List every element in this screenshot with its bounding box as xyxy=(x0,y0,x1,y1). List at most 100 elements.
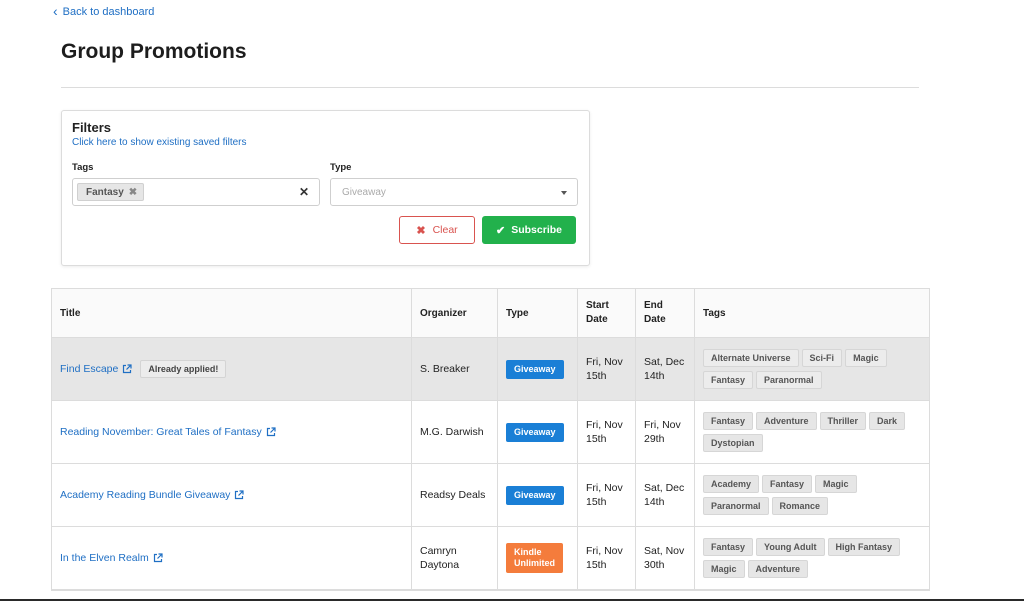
tags-cell: Fantasy Young Adult High Fantasy Magic A… xyxy=(695,527,931,589)
date-text: Fri, Nov xyxy=(586,356,623,368)
title-cell: In the Elven Realm xyxy=(52,527,412,589)
close-icon: ✖ xyxy=(416,224,426,237)
column-header-organizer[interactable]: Organizer xyxy=(412,289,498,337)
back-to-dashboard-link[interactable]: ‹ Back to dashboard xyxy=(53,3,155,19)
promotion-title: In the Elven Realm xyxy=(60,552,149,564)
promotion-title: Find Escape xyxy=(60,363,119,375)
tag-pill: Thriller xyxy=(819,412,867,430)
column-header-title[interactable]: Title xyxy=(52,289,412,337)
header-text: Start xyxy=(586,300,609,311)
column-header-start-date[interactable]: Start Date xyxy=(578,289,636,337)
tag-pill: Fantasy xyxy=(703,412,754,430)
start-date-cell: Fri, Nov 15th xyxy=(578,401,636,463)
organizer-text: Daytona xyxy=(420,559,460,571)
tag-pill: Adventure xyxy=(756,412,817,430)
clear-tags-icon[interactable]: ✕ xyxy=(299,185,309,199)
clear-button-label: Clear xyxy=(432,224,458,236)
date-text: 15th xyxy=(586,433,607,445)
promotion-title: Academy Reading Bundle Giveaway xyxy=(60,489,231,501)
type-badge-text: Kindle xyxy=(514,547,542,557)
start-date-cell: Fri, Nov 15th xyxy=(578,464,636,526)
type-cell: Giveaway xyxy=(498,401,578,463)
tag-pill: Paranormal xyxy=(703,497,769,515)
promotion-title-link[interactable]: Find Escape xyxy=(60,363,132,375)
external-link-icon xyxy=(123,364,132,374)
type-badge-text: Unlimited xyxy=(514,558,556,568)
tags-cell: Alternate Universe Sci-Fi Magic Fantasy … xyxy=(695,338,931,400)
promotion-title-link[interactable]: In the Elven Realm xyxy=(60,552,163,564)
end-date-cell: Sat, Nov 30th xyxy=(636,527,695,589)
tag-pill: Dystopian xyxy=(703,434,763,452)
promotion-title-link[interactable]: Reading November: Great Tales of Fantasy xyxy=(60,426,276,438)
type-select[interactable]: Giveaway xyxy=(330,178,578,206)
divider xyxy=(61,87,919,88)
date-text: Sat, Dec xyxy=(644,356,685,368)
tag-pill: Dark xyxy=(869,412,906,430)
organizer-cell: Camryn Daytona xyxy=(412,527,498,589)
header-text: Date xyxy=(644,314,666,325)
end-date-cell: Fri, Nov 29th xyxy=(636,401,695,463)
type-label: Type xyxy=(330,162,352,173)
date-text: 30th xyxy=(644,559,665,571)
type-badge: Giveaway xyxy=(506,422,564,442)
promotions-table: Title Organizer Type Start Date End Date T… xyxy=(51,288,930,591)
date-text: 14th xyxy=(644,496,665,508)
organizer-cell: S. Breaker xyxy=(412,338,498,400)
saved-filters-link[interactable]: Click here to show existing saved filter… xyxy=(72,137,247,148)
tag-pill: Academy xyxy=(703,475,760,493)
column-header-type[interactable]: Type xyxy=(498,289,578,337)
type-cell: Giveaway xyxy=(498,338,578,400)
external-link-icon xyxy=(153,553,163,563)
tag-pill: Alternate Universe xyxy=(703,349,799,367)
subscribe-button-label: Subscribe xyxy=(511,224,562,236)
back-link-label: Back to dashboard xyxy=(62,6,155,18)
close-icon[interactable]: ✖ xyxy=(129,187,137,198)
tag-pill: Sci-Fi xyxy=(801,349,843,367)
start-date-cell: Fri, Nov 15th xyxy=(578,527,636,589)
subscribe-button[interactable]: ✔ Subscribe xyxy=(482,216,576,244)
title-cell: Reading November: Great Tales of Fantasy xyxy=(52,401,412,463)
title-cell: Find Escape Already applied! xyxy=(52,338,412,400)
tag-pill: Adventure xyxy=(747,560,809,578)
external-link-icon xyxy=(266,427,276,437)
tags-multiselect[interactable]: Fantasy ✖ ✕ xyxy=(72,178,320,206)
tag-pill: Fantasy xyxy=(762,475,813,493)
header-text: End xyxy=(644,300,663,311)
end-date-cell: Sat, Dec 14th xyxy=(636,338,695,400)
date-text: Sat, Nov xyxy=(644,545,685,557)
filters-title: Filters xyxy=(72,120,112,135)
table-header-row: Title Organizer Type Start Date End Date T… xyxy=(52,289,929,338)
table-row: Find Escape Already applied! S. Breaker … xyxy=(52,338,929,401)
date-text: 14th xyxy=(644,370,665,382)
column-header-tags[interactable]: Tags xyxy=(695,289,931,337)
type-cell: Kindle Unlimited xyxy=(498,527,578,589)
table-row: In the Elven Realm Camryn Daytona Kindle … xyxy=(52,527,929,590)
date-text: 29th xyxy=(644,433,665,445)
already-applied-badge: Already applied! xyxy=(140,360,227,378)
selected-tag-label: Fantasy xyxy=(86,186,124,198)
organizer-cell: M.G. Darwish xyxy=(412,401,498,463)
caret-down-icon xyxy=(561,191,567,195)
date-text: Fri, Nov xyxy=(586,419,623,431)
date-text: 15th xyxy=(586,496,607,508)
clear-button[interactable]: ✖ Clear xyxy=(399,216,475,244)
check-icon: ✔ xyxy=(496,224,506,237)
filters-panel: Filters Click here to show existing save… xyxy=(61,110,590,266)
tag-pill: Magic xyxy=(845,349,887,367)
chevron-left-icon: ‹ xyxy=(53,3,58,19)
tag-pill: Fantasy xyxy=(703,371,754,389)
date-text: 15th xyxy=(586,370,607,382)
date-text: Sat, Dec xyxy=(644,482,685,494)
table-row: Academy Reading Bundle Giveaway Readsy D… xyxy=(52,464,929,527)
column-header-end-date[interactable]: End Date xyxy=(636,289,695,337)
start-date-cell: Fri, Nov 15th xyxy=(578,338,636,400)
tags-cell: Fantasy Adventure Thriller Dark Dystopia… xyxy=(695,401,931,463)
promotion-title: Reading November: Great Tales of Fantasy xyxy=(60,426,262,438)
tag-pill: High Fantasy xyxy=(827,538,901,556)
type-badge: Giveaway xyxy=(506,485,564,505)
tag-pill: Paranormal xyxy=(756,371,822,389)
promotion-title-link[interactable]: Academy Reading Bundle Giveaway xyxy=(60,489,245,501)
tag-pill: Romance xyxy=(771,497,829,515)
selected-tag-chip: Fantasy ✖ xyxy=(77,183,145,201)
tag-pill: Fantasy xyxy=(703,538,754,556)
